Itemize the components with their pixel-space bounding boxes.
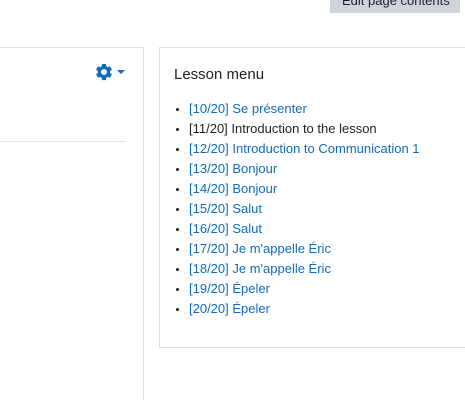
lesson-menu-item: [12/20] Introduction to Communication 1 [189, 139, 420, 159]
lesson-menu-list: [10/20] Se présenter [11/20] Introduction… [160, 99, 420, 319]
settings-menu-toggle[interactable] [94, 62, 125, 82]
lesson-menu-item: [14/20] Bonjour [189, 179, 420, 199]
lesson-menu-current-page: [11/20] Introduction to the lesson [189, 121, 377, 136]
lesson-menu-link[interactable]: [18/20] Je m'appelle Éric [189, 261, 331, 276]
lesson-menu-block: Lesson menu [10/20] Se présenter [11/20] … [159, 47, 465, 348]
lesson-menu-item: [18/20] Je m'appelle Éric [189, 259, 420, 279]
lesson-menu-link[interactable]: [14/20] Bonjour [189, 181, 277, 196]
lesson-menu-item: [11/20] Introduction to the lesson [189, 119, 420, 139]
lesson-menu-link[interactable]: [16/20] Salut [189, 221, 262, 236]
lesson-menu-item: [13/20] Bonjour [189, 159, 420, 179]
page: Edit page contents Lesson menu [10/20] S… [0, 0, 465, 400]
caret-down-icon [117, 69, 125, 75]
lesson-menu-item: [15/20] Salut [189, 199, 420, 219]
lesson-menu-item: [20/20] Épeler [189, 299, 420, 319]
gear-icon [94, 62, 114, 82]
edit-page-contents-button[interactable]: Edit page contents [330, 0, 460, 13]
lesson-menu-link[interactable]: [15/20] Salut [189, 201, 262, 216]
lesson-menu-link[interactable]: [13/20] Bonjour [189, 161, 277, 176]
lesson-menu-item: [17/20] Je m'appelle Éric [189, 239, 420, 259]
main-content-card [0, 47, 144, 400]
lesson-menu-link[interactable]: [20/20] Épeler [189, 301, 270, 316]
lesson-menu-link[interactable]: [10/20] Se présenter [189, 101, 307, 116]
lesson-menu-title: Lesson menu [174, 66, 265, 83]
lesson-menu-item: [10/20] Se présenter [189, 99, 420, 119]
lesson-menu-item: [16/20] Salut [189, 219, 420, 239]
lesson-menu-link[interactable]: [12/20] Introduction to Communication 1 [189, 141, 420, 156]
lesson-menu-link[interactable]: [17/20] Je m'appelle Éric [189, 241, 331, 256]
lesson-menu-link[interactable]: [19/20] Épeler [189, 281, 270, 296]
lesson-menu-item: [19/20] Épeler [189, 279, 420, 299]
content-divider [0, 141, 126, 142]
